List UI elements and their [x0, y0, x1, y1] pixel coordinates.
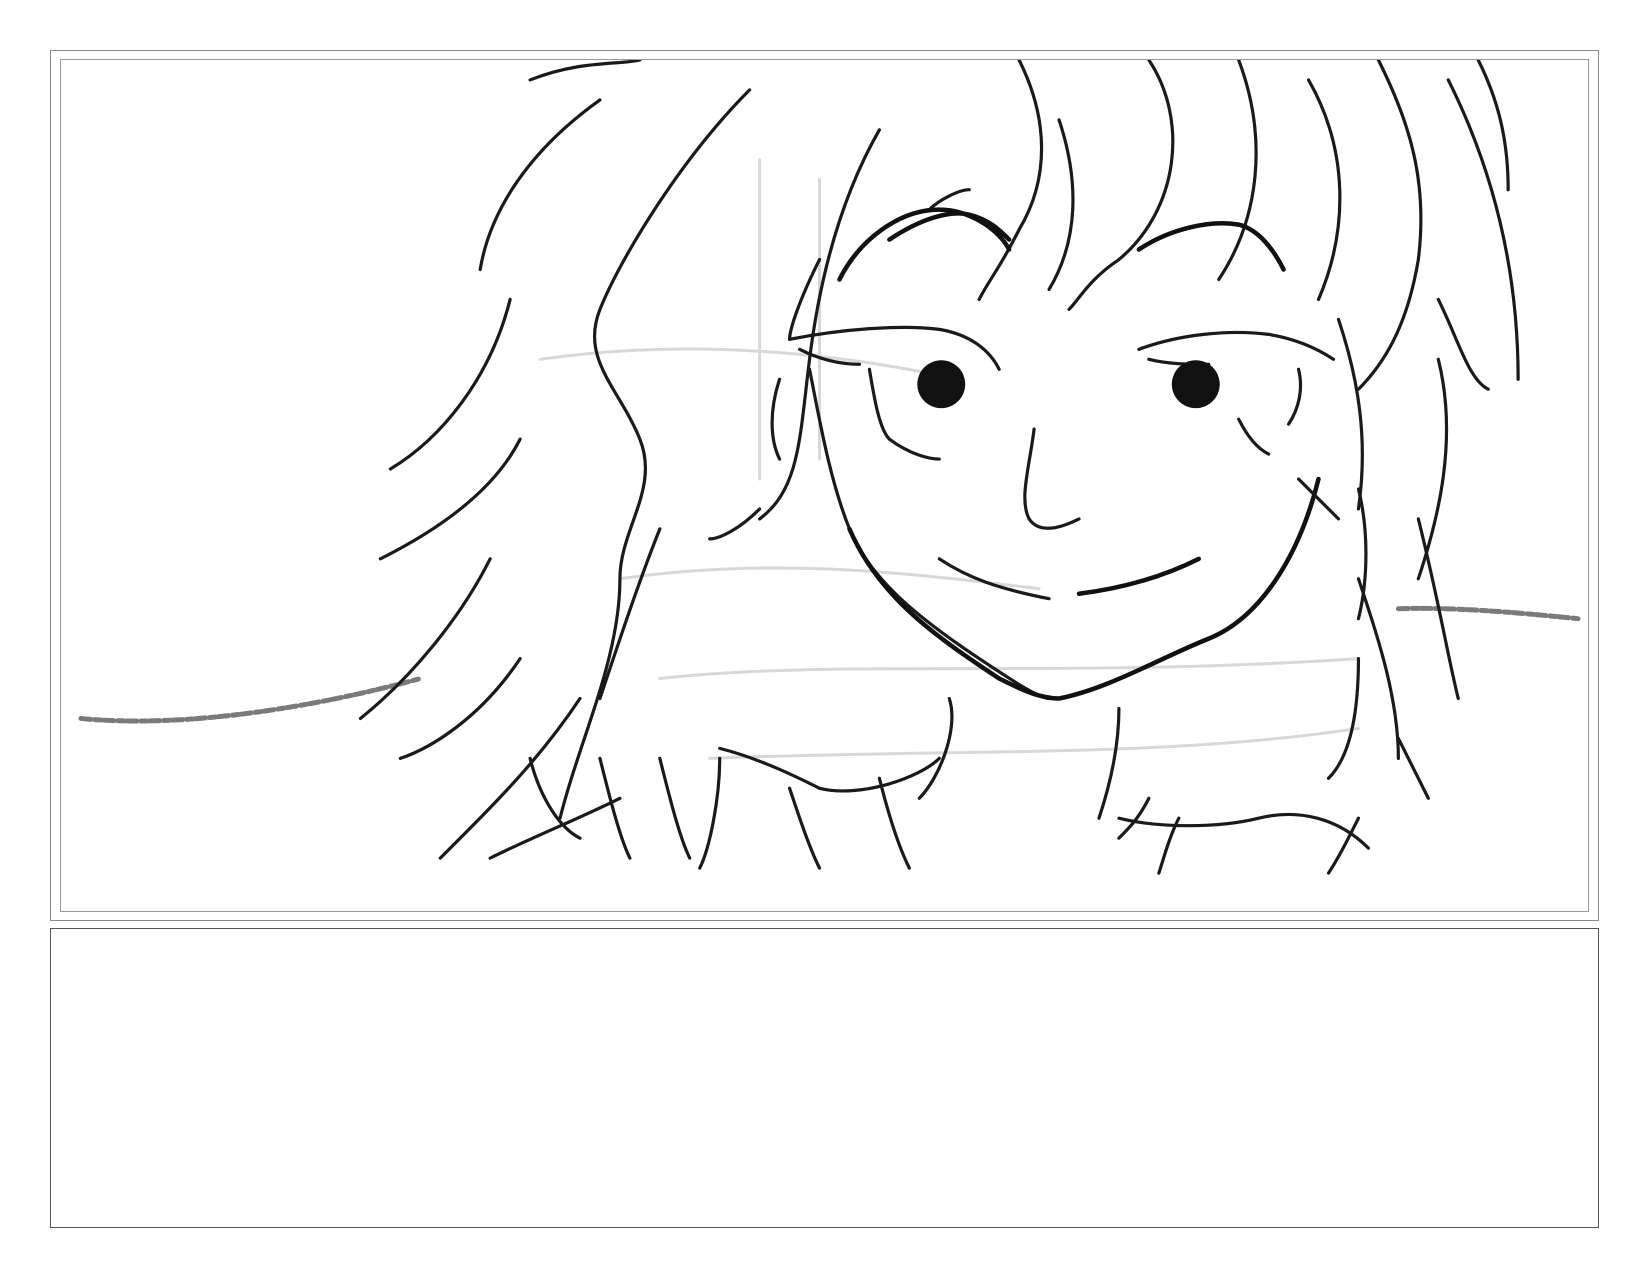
storyboard-panel[interactable]: [60, 59, 1589, 912]
eyebrows: [887, 211, 1286, 272]
horizon-lines: [78, 605, 1581, 724]
panel-notes-box[interactable]: [50, 928, 1599, 1228]
storyboard-panel-frame: [50, 50, 1599, 921]
right-eye: [1137, 330, 1336, 456]
panel-notes-text[interactable]: [67, 941, 1582, 1215]
mouth: [937, 556, 1202, 601]
girl-face-sketch: [78, 60, 1581, 875]
face: [787, 207, 1371, 875]
right-pupil: [1171, 360, 1220, 409]
left-pupil: [917, 360, 966, 409]
cheek-strands: [770, 377, 1368, 621]
hair-strands: [358, 60, 1520, 870]
nose: [1023, 427, 1081, 530]
